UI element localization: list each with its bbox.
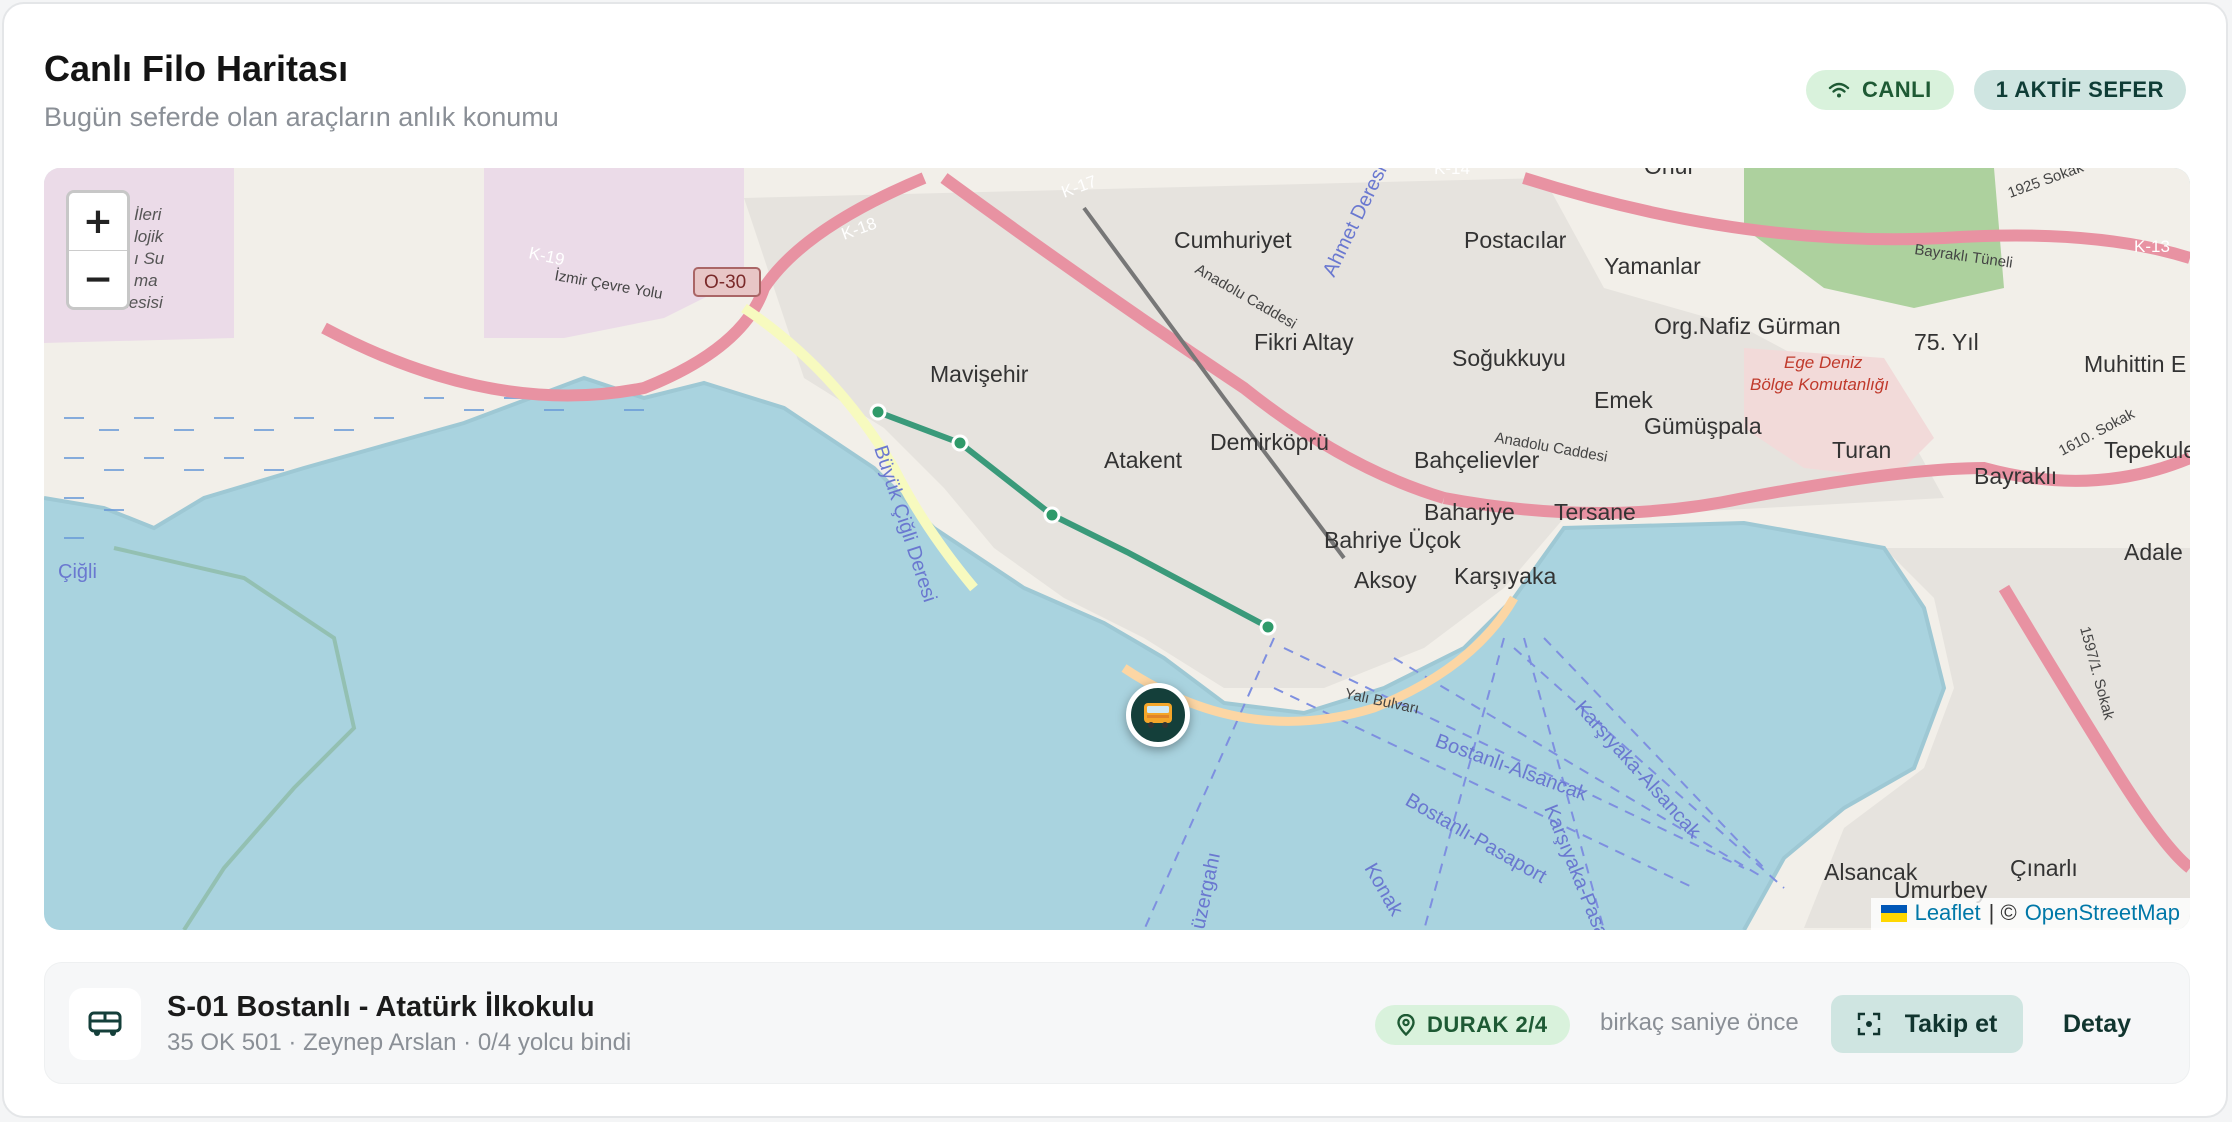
label-yamanlar: Yamanlar xyxy=(1604,253,1701,279)
label-cigli: Çiğli xyxy=(58,561,97,583)
label-bahcelievler: Bahçelievler xyxy=(1414,447,1540,473)
label-sogukkuyu: Soğukkuyu xyxy=(1452,345,1566,371)
label-karsiyaka: Karşıyaka xyxy=(1454,563,1556,589)
fleet-map-card: Canlı Filo Haritası Bugün seferde olan a… xyxy=(2,2,2228,1118)
last-update-time: birkaç saniye önce xyxy=(1600,1009,1799,1036)
openstreetmap-link[interactable]: OpenStreetMap xyxy=(2025,900,2180,926)
route-stop-2 xyxy=(951,434,969,452)
route-stop-3 xyxy=(1043,506,1061,524)
label-o30: O-30 xyxy=(704,272,746,293)
label-fikri-altay: Fikri Altay xyxy=(1254,329,1354,355)
road-shield-o30: O-30 xyxy=(693,267,761,297)
label-k14: K-14 xyxy=(1434,168,1470,178)
trip-vehicle-avatar xyxy=(69,988,141,1060)
route-stop-4 xyxy=(1259,618,1277,636)
label-bostanli-alsancak: Bostanlı-Alsancak xyxy=(1432,730,1591,806)
label-atakent: Atakent xyxy=(1104,447,1183,473)
label-aksoy: Aksoy xyxy=(1354,567,1417,593)
vehicle-marker[interactable] xyxy=(1126,683,1190,747)
trip-meta: 35 OK 501 · Zeynep Arslan · 0/4 yolcu bi… xyxy=(167,1029,632,1056)
label-cinarli: Çınarlı xyxy=(2010,855,2078,881)
label-adale: Adale xyxy=(2124,539,2183,565)
label-karsiyaka-alsancak: Karşıyaka-Alsancak xyxy=(1570,697,1705,844)
zoom-control: + − xyxy=(66,190,130,310)
attribution-separator: | © xyxy=(1988,900,2017,925)
label-ege-deniz: Ege Deniz xyxy=(1784,353,1863,372)
label-bostanli-pasaport: Bostanlı-Pasaport xyxy=(1402,789,1551,888)
label-emek: Emek xyxy=(1594,387,1653,413)
live-badge-label: CANLI xyxy=(1862,77,1932,102)
label-karsiyaka-pasaport: Karşıyaka-Pasa xyxy=(1539,802,1613,930)
wifi-icon xyxy=(1828,82,1850,98)
live-map[interactable]: Cumhuriyet Postacılar Yamanlar Fikri Alt… xyxy=(44,168,2190,930)
focus-target-icon xyxy=(1857,1012,1880,1036)
label-bahariye: Bahariye xyxy=(1424,499,1515,525)
bus-outline-icon xyxy=(88,1011,122,1036)
label-bayrakli: Bayraklı xyxy=(1974,463,2057,489)
live-badge: CANLI xyxy=(1806,70,1954,110)
route-stop-1 xyxy=(869,403,887,421)
label-turan: Turan xyxy=(1832,437,1891,463)
label-org-nafiz: Org.Nafiz Gürman xyxy=(1654,313,1841,339)
inner-bay-line xyxy=(113,546,357,930)
label-muhittin: Muhittin E xyxy=(2084,351,2186,377)
label-uzergahi: üzergahı xyxy=(1187,850,1225,930)
active-trips-badge: 1 AKTİF SEFER xyxy=(1973,70,2186,110)
label-tersane: Tersane xyxy=(1554,499,1636,525)
label-bolge: Bölge Komutanlığı xyxy=(1750,375,1889,394)
label-75-yil: 75. Yıl xyxy=(1914,329,1979,355)
header-badges: CANLI 1 AKTİF SEFER xyxy=(1806,70,2186,110)
label-left-3: ı Su xyxy=(134,249,165,268)
label-tepekule: Tepekule xyxy=(2104,437,2190,463)
page-subtitle: Bugün seferde olan araçların anlık konum… xyxy=(44,102,559,132)
detail-button[interactable]: Detay xyxy=(2047,995,2147,1053)
location-pin-icon xyxy=(1397,1014,1415,1036)
label-left-2: lojik xyxy=(134,227,165,246)
label-demirkopru: Demirköprü xyxy=(1210,429,1329,455)
map-attribution: Leaflet | © OpenStreetMap xyxy=(1870,898,2190,930)
map-tiles: Cumhuriyet Postacılar Yamanlar Fikri Alt… xyxy=(44,168,2190,930)
label-cumhuriyet: Cumhuriyet xyxy=(1174,227,1292,253)
ukraine-flag-icon xyxy=(1880,904,1907,922)
leaflet-link[interactable]: Leaflet xyxy=(1915,900,1981,926)
follow-button-label: Takip et xyxy=(1904,1009,1998,1038)
label-k13: K-13 xyxy=(2134,237,2170,256)
zoom-in-button[interactable]: + xyxy=(69,193,127,250)
page-title: Canlı Filo Haritası xyxy=(44,48,349,89)
label-postacilar: Postacılar xyxy=(1464,227,1567,253)
label-left-4: ma xyxy=(134,271,158,290)
label-onur: Onur xyxy=(1644,168,1695,179)
zoom-out-button[interactable]: − xyxy=(69,250,127,307)
trip-name: S-01 Bostanlı - Atatürk İlkokulu xyxy=(167,991,595,1023)
bus-icon xyxy=(1144,703,1172,728)
follow-button[interactable]: Takip et xyxy=(1831,995,2023,1053)
stop-progress-label: DURAK 2/4 xyxy=(1427,1012,1548,1037)
label-konak: Konak xyxy=(1360,860,1408,921)
stop-progress-badge: DURAK 2/4 xyxy=(1375,1005,1570,1045)
active-trip-row[interactable]: S-01 Bostanlı - Atatürk İlkokulu 35 OK 5… xyxy=(44,962,2190,1084)
label-bahriye-ucok: Bahriye Üçok xyxy=(1324,527,1461,553)
label-left-1: İleri xyxy=(134,205,163,224)
active-trips-label: 1 AKTİF SEFER xyxy=(1995,77,2164,102)
label-mavisehir: Mavişehir xyxy=(930,361,1029,387)
label-gumuspala: Gümüşpala xyxy=(1644,413,1762,439)
